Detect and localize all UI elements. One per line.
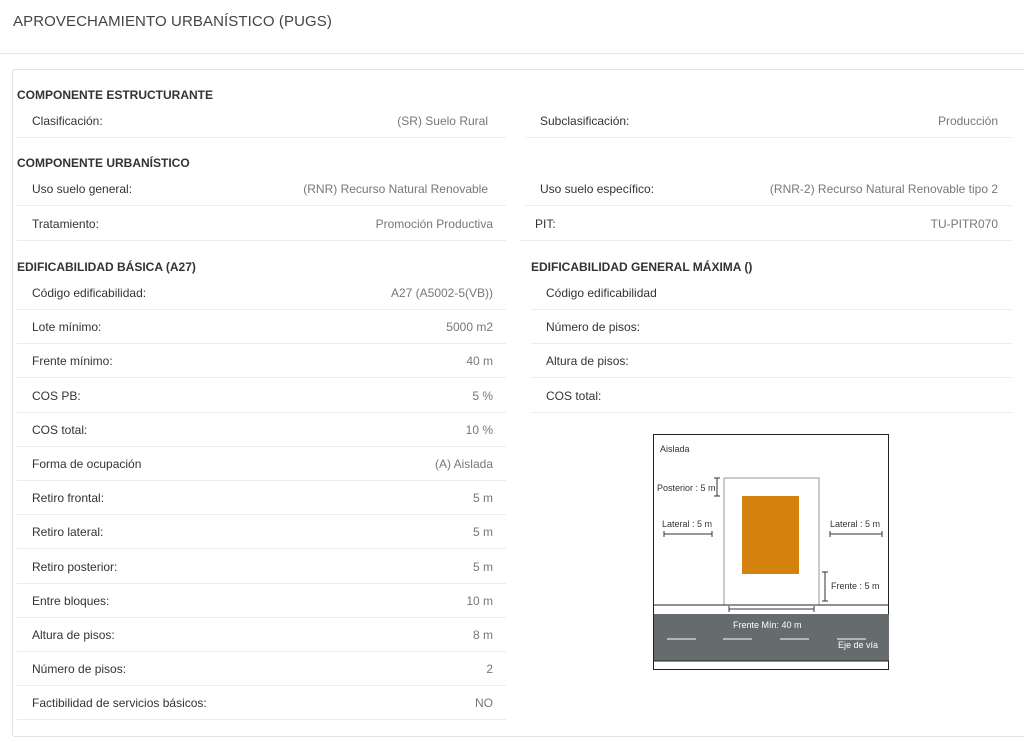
basica-row-label: Número de pisos: (32, 662, 127, 677)
basica-row-label: Factibilidad de servicios básicos: (32, 696, 207, 711)
eje-label: Eje de vía (838, 640, 878, 650)
maxima-row-label: COS total: (546, 388, 602, 403)
page-title: APROVECHAMIENTO URBANÍSTICO (PUGS) (13, 13, 332, 30)
label-clasificacion: Clasificación: (32, 114, 103, 128)
basica-row-value: 5 % (472, 388, 493, 403)
basica-row-value: 5 m (472, 525, 493, 540)
basica-row-value: 5000 m2 (446, 320, 493, 335)
basica-row-label: Lote mínimo: (32, 320, 102, 335)
basica-row-label: Retiro frontal: (32, 491, 105, 506)
diagram-type-label: Aislada (660, 444, 690, 454)
basica-row-value: (A) Aislada (434, 457, 493, 471)
basica-row: Altura de pisos: 8 m (17, 618, 506, 652)
row-uso-general: Uso suelo general: (RNR) Recurso Natural… (17, 172, 506, 206)
basica-row: COS total: 10 % (17, 413, 506, 447)
posterior-label: Posterior : 5 m (657, 483, 716, 493)
row-tratamiento: Tratamiento: Promoción Productiva (17, 207, 506, 241)
maxima-row: Número de pisos: (531, 310, 1012, 345)
basica-row-label: Entre bloques: (32, 593, 110, 608)
maxima-row-label: Código edificabilidad (546, 286, 657, 300)
basica-row-label: Retiro lateral: (32, 525, 104, 540)
basica-row-label: Forma de ocupación (32, 457, 142, 471)
maxima-row-label: Número de pisos: (546, 320, 641, 335)
section-title-urbanistico: COMPONENTE URBANÍSTICO (17, 156, 190, 170)
basica-row-label: Altura de pisos: (32, 628, 115, 642)
label-uso-general: Uso suelo general: (32, 182, 133, 196)
value-uso-general: (RNR) Recurso Natural Renovable (303, 182, 488, 196)
basica-row-value: 10 % (465, 422, 493, 437)
row-uso-especifico: Uso suelo específico: (RNR-2) Recurso Na… (525, 172, 1012, 206)
basica-row: Retiro frontal: 5 m (17, 481, 506, 516)
value-pit: TU-PITR070 (930, 217, 998, 231)
section-title-estructurante: COMPONENTE ESTRUCTURANTE (17, 88, 214, 102)
basica-row-label: COS total: (32, 422, 88, 437)
label-subclasificacion: Subclasificación: (540, 114, 630, 128)
label-tratamiento: Tratamiento: (32, 217, 99, 231)
basica-row-value: 8 m (472, 628, 493, 642)
basica-row-value: A27 (A5002-5(VB)) (390, 286, 493, 300)
basica-row-label: COS PB: (32, 388, 81, 403)
basica-row-value: 10 m (466, 593, 493, 608)
page-header: APROVECHAMIENTO URBANÍSTICO (PUGS) (0, 0, 1024, 54)
basica-row: Retiro lateral: 5 m (17, 515, 506, 550)
lateral-left-label: Lateral : 5 m (662, 519, 712, 529)
occupation-diagram: Aislada Posterior : 5 m Lateral : 5 m La… (653, 434, 890, 671)
maxima-row-label: Altura de pisos: (546, 354, 629, 369)
basica-row-value: 2 (486, 662, 493, 677)
label-pit: PIT: (535, 217, 556, 231)
basica-row: Lote mínimo: 5000 m2 (17, 310, 506, 345)
section-title-maxima: EDIFICABILIDAD GENERAL MÁXIMA () (531, 260, 753, 274)
lateral-right-label: Lateral : 5 m (830, 519, 880, 529)
basica-row-label: Código edificabilidad: (32, 286, 147, 300)
value-uso-especifico: (RNR-2) Recurso Natural Renovable tipo 2 (769, 182, 998, 196)
basica-row: Retiro posterior: 5 m (17, 550, 506, 584)
basica-row: Factibilidad de servicios básicos: NO (17, 686, 506, 721)
basica-row-value: 40 m (466, 354, 493, 369)
row-pit: PIT: TU-PITR070 (519, 207, 1012, 241)
frente-label: Frente : 5 m (831, 581, 880, 591)
section-title-basica: EDIFICABILIDAD BÁSICA (A27) (17, 260, 196, 274)
row-subclasificacion: Subclasificación: Producción (525, 104, 1012, 138)
maxima-row: COS total: (531, 379, 1012, 413)
basica-row-label: Retiro posterior: (32, 559, 118, 574)
basica-row: COS PB: 5 % (17, 379, 506, 413)
frente-min-label: Frente Mín: 40 m (733, 620, 802, 630)
value-clasificacion: (SR) Suelo Rural (397, 114, 488, 128)
basica-row-value: 5 m (472, 559, 493, 574)
maxima-row: Altura de pisos: (531, 344, 1012, 379)
basica-row: Frente mínimo: 40 m (17, 344, 506, 379)
value-subclasificacion: Producción (937, 114, 998, 128)
building-footprint (742, 496, 799, 574)
row-clasificacion: Clasificación: (SR) Suelo Rural (17, 104, 506, 138)
label-uso-especifico: Uso suelo específico: (540, 182, 655, 196)
basica-row: Código edificabilidad: A27 (A5002-5(VB)) (17, 276, 506, 310)
basica-row-value: NO (475, 696, 493, 711)
basica-row: Forma de ocupación (A) Aislada (17, 447, 506, 481)
value-tratamiento: Promoción Productiva (375, 217, 493, 231)
maxima-row: Código edificabilidad (531, 276, 1012, 310)
occupation-diagram-svg: Aislada Posterior : 5 m Lateral : 5 m La… (653, 434, 889, 670)
basica-row-value: 5 m (472, 491, 493, 506)
basica-row-label: Frente mínimo: (32, 354, 113, 369)
basica-row: Entre bloques: 10 m (17, 584, 506, 618)
basica-row: Número de pisos: 2 (17, 652, 506, 687)
